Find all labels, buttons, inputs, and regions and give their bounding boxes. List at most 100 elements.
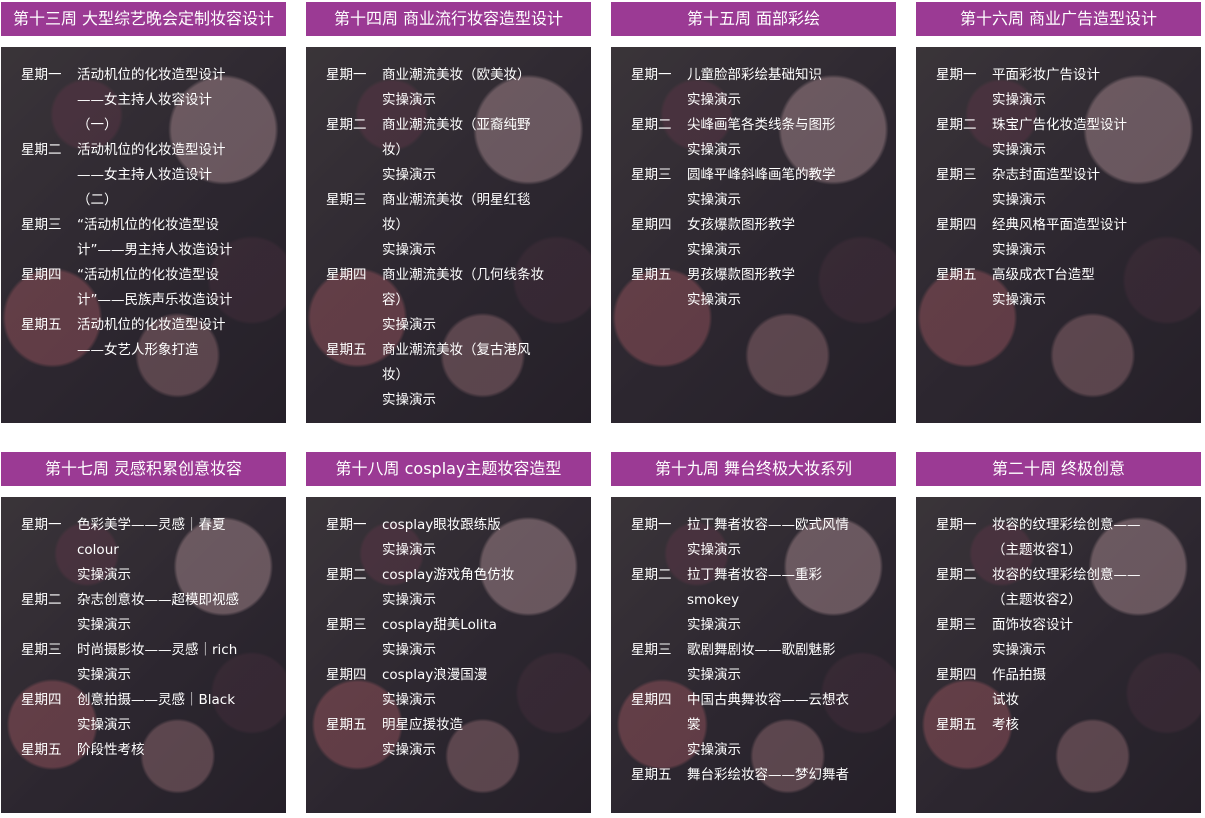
lesson-content: 高级成衣T台造型 实操演示 <box>992 263 1181 313</box>
lesson-line: ——女主持人妆造设计 <box>77 167 212 183</box>
day-label: 星期一 <box>21 67 62 83</box>
day-label: 星期三 <box>936 617 977 633</box>
day-label: 星期二 <box>21 592 62 608</box>
lesson-line: 实操演示 <box>687 192 741 208</box>
day-label: 星期三 <box>326 617 367 633</box>
lesson-line: （二） <box>77 192 118 208</box>
day-label: 星期五 <box>631 767 672 783</box>
schedule-row: 星期五 明星应援妆造 实操演示 <box>326 713 571 763</box>
day-label: 星期五 <box>631 267 672 283</box>
schedule-row: 星期二 尖峰画笔各类线条与图形 实操演示 <box>631 113 876 163</box>
week-card: 第十六周 商业广告造型设计 星期一 平面彩妆广告设计 实操演示 星期二 珠宝广告化妆造型… <box>916 2 1201 423</box>
lesson-line: 实操演示 <box>687 742 741 758</box>
lesson-line: 妆） <box>382 142 409 158</box>
lesson-content: 妆容的纹理彩绘创意—— （主题妆容1） <box>992 513 1181 563</box>
schedule-row: 星期四 中国古典舞妆容——云想衣裳实操演示 <box>631 688 876 763</box>
lesson-line: 阶段性考核 <box>77 742 145 758</box>
lesson-content: 歌剧舞剧妆——歌剧魅影 实操演示 <box>687 638 876 688</box>
schedule-row: 星期一 色彩美学——灵感｜春夏 colour 实操演示 <box>21 513 266 588</box>
lesson-line: 实操演示 <box>992 92 1046 108</box>
lesson-content: 活动机位的化妆造型设计 ——女主持人妆容设计 （一） <box>77 63 266 138</box>
schedule-row: 星期三 cosplay甜美Lolita 实操演示 <box>326 613 571 663</box>
day-label: 星期一 <box>631 517 672 533</box>
schedule-row: 星期四 商业潮流美妆（几何线条妆 容） 实操演示 <box>326 263 571 338</box>
schedule-row: 星期二 拉丁舞者妆容——重彩 smokey 实操演示 <box>631 563 876 638</box>
schedule-row: 星期三 “活动机位的化妆造型设 计”——男主持人妆造设计 <box>21 213 266 263</box>
day-label: 星期四 <box>936 217 977 233</box>
schedule-row: 星期五 活动机位的化妆造型设计 ——女艺人形象打造 <box>21 313 266 363</box>
lesson-line: 歌剧舞剧妆——歌剧魅影 <box>687 642 836 658</box>
week-schedule: 星期一 平面彩妆广告设计 实操演示 星期二 珠宝广告化妆造型设计 实操演示 星期三 杂志封面造… <box>916 47 1201 423</box>
lesson-line: 高级成衣T台造型 <box>992 267 1095 283</box>
lesson-content: 面饰妆容设计 实操演示 <box>992 613 1181 663</box>
lesson-line: 试妆 <box>992 692 1019 708</box>
lesson-line: 面饰妆容设计 <box>992 617 1073 633</box>
lesson-line: 商业潮流美妆（亚裔纯野 <box>382 117 531 133</box>
lesson-line: 尖峰画笔各类线条与图形 <box>687 117 836 133</box>
lesson-content: 创意拍摄——灵感｜Black 实操演示 <box>77 688 266 738</box>
lesson-line: 明星应援妆造 <box>382 717 463 733</box>
lesson-content: 商业潮流美妆（亚裔纯野 妆） 实操演示 <box>382 113 571 188</box>
lesson-line: 妆） <box>382 367 409 383</box>
lesson-content: 中国古典舞妆容——云想衣裳实操演示 <box>687 688 876 763</box>
lesson-content: cosplay浪漫国漫 实操演示 <box>382 663 571 713</box>
day-label: 星期五 <box>21 317 62 333</box>
lesson-line: 活动机位的化妆造型设计 <box>77 317 226 333</box>
lesson-content: 明星应援妆造 实操演示 <box>382 713 571 763</box>
schedule-row: 星期三 时尚摄影妆——灵感｜rich 实操演示 <box>21 638 266 688</box>
lesson-line: 商业潮流美妆（几何线条妆 <box>382 267 544 283</box>
day-label: 星期四 <box>936 667 977 683</box>
lesson-content: “活动机位的化妆造型设 计”——民族声乐妆造设计 <box>77 263 266 313</box>
lesson-line: 实操演示 <box>382 92 436 108</box>
week-card: 第十五周 面部彩绘 星期一 儿童脸部彩绘基础知识 实操演示 星期二 尖峰画笔各类线条与图… <box>611 2 896 423</box>
week-title: 第十五周 面部彩绘 <box>611 2 896 36</box>
lesson-content: 活动机位的化妆造型设计 ——女艺人形象打造 <box>77 313 266 363</box>
day-label: 星期三 <box>21 217 62 233</box>
lesson-line: smokey <box>687 592 740 608</box>
schedule-row: 星期四 cosplay浪漫国漫 实操演示 <box>326 663 571 713</box>
schedule-row: 星期二 商业潮流美妆（亚裔纯野 妆） 实操演示 <box>326 113 571 188</box>
lesson-line: 计”——民族声乐妆造设计 <box>77 292 233 308</box>
day-label: 星期五 <box>936 267 977 283</box>
week-schedule: 星期一 色彩美学——灵感｜春夏 colour 实操演示 星期二 杂志创意妆——超模即视感实… <box>1 497 286 813</box>
schedule-row: 星期一 cosplay眼妆跟练版 实操演示 <box>326 513 571 563</box>
lesson-line: 实操演示 <box>382 392 436 408</box>
schedule-row: 星期二 珠宝广告化妆造型设计 实操演示 <box>936 113 1181 163</box>
day-label: 星期四 <box>21 692 62 708</box>
schedule-row: 星期五 舞台彩绘妆容——梦幻舞者 <box>631 763 876 788</box>
lesson-line: 妆容的纹理彩绘创意—— <box>992 517 1141 533</box>
schedule-row: 星期五 考核 <box>936 713 1181 738</box>
lesson-line: （主题妆容2） <box>992 592 1082 608</box>
schedule-row: 星期二 妆容的纹理彩绘创意—— （主题妆容2） <box>936 563 1181 613</box>
day-label: 星期四 <box>631 217 672 233</box>
schedule-row: 星期四 “活动机位的化妆造型设 计”——民族声乐妆造设计 <box>21 263 266 313</box>
schedule-row: 星期二 cosplay游戏角色仿妆 实操演示 <box>326 563 571 613</box>
lesson-content: 女孩爆款图形教学 实操演示 <box>687 213 876 263</box>
lesson-line: 实操演示 <box>382 317 436 333</box>
lesson-content: 杂志封面造型设计 实操演示 <box>992 163 1181 213</box>
lesson-line: 时尚摄影妆——灵感｜rich <box>77 642 238 658</box>
day-label: 星期三 <box>631 642 672 658</box>
day-label: 星期五 <box>21 742 62 758</box>
lesson-line: 色彩美学——灵感｜春夏 <box>77 517 226 533</box>
lesson-line: 实操演示 <box>992 642 1046 658</box>
schedule-row: 星期四 女孩爆款图形教学 实操演示 <box>631 213 876 263</box>
lesson-line: （一） <box>77 117 118 133</box>
lesson-content: 儿童脸部彩绘基础知识 实操演示 <box>687 63 876 113</box>
day-label: 星期一 <box>326 517 367 533</box>
day-label: 星期四 <box>326 267 367 283</box>
lesson-line: 妆） <box>382 217 409 233</box>
lesson-line: 实操演示 <box>687 667 741 683</box>
lesson-content: 男孩爆款图形教学 实操演示 <box>687 263 876 313</box>
week-schedule: 星期一 商业潮流美妆（欧美妆） 实操演示 星期二 商业潮流美妆（亚裔纯野 妆） 实操演示 星期… <box>306 47 591 423</box>
schedule-row: 星期四 经典风格平面造型设计 实操演示 <box>936 213 1181 263</box>
week-schedule: 星期一 儿童脸部彩绘基础知识 实操演示 星期二 尖峰画笔各类线条与图形 实操演示 星期三 圆峰… <box>611 47 896 423</box>
lesson-line: ——女主持人妆容设计 <box>77 92 212 108</box>
lesson-line: 拉丁舞者妆容——重彩 <box>687 567 822 583</box>
week-title: 第二十周 终极创意 <box>916 452 1201 486</box>
lesson-line: cosplay浪漫国漫 <box>382 667 488 683</box>
week-title: 第十四周 商业流行妆容造型设计 <box>306 2 591 36</box>
lesson-content: 商业潮流美妆（几何线条妆 容） 实操演示 <box>382 263 571 338</box>
lesson-line: 实操演示 <box>992 142 1046 158</box>
week-schedule: 星期一 妆容的纹理彩绘创意—— （主题妆容1） 星期二 妆容的纹理彩绘创意—— （主题妆容… <box>916 497 1201 813</box>
